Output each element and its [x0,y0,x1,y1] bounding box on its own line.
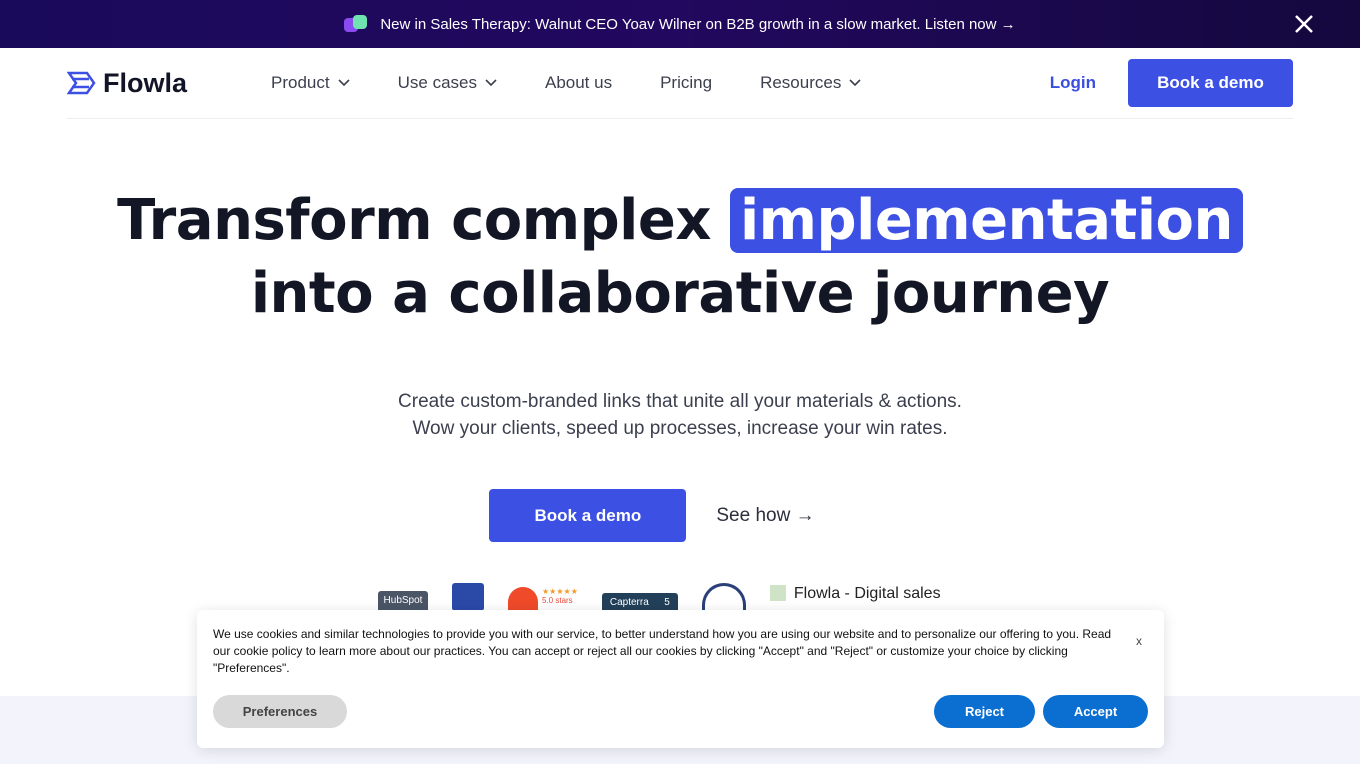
hero-subtitle: Create custom-branded links that unite a… [0,388,1360,442]
announcement-text[interactable]: New in Sales Therapy: Walnut CEO Yoav Wi… [380,16,1015,33]
nav-item-label: About us [544,73,613,92]
cookie-close-icon[interactable]: x [1136,634,1142,648]
title-part: Transform complex [117,188,711,253]
subtitle-line: Create custom-branded links that unite a… [398,391,962,412]
logo-text: Flowla [103,67,188,98]
nav-item-label: Resources [760,73,842,92]
nav-item-use-cases[interactable]: Use cases [398,73,497,93]
chevron-down-icon [485,79,497,87]
flowla-logo-icon [67,71,96,95]
main-menu: Product Use cases About us Pricing Resources [271,73,861,93]
hero-title: Transform complex implementation into a c… [0,184,1360,330]
login-link[interactable]: Login [1050,73,1096,93]
announcement-bar[interactable]: New in Sales Therapy: Walnut CEO Yoav Wi… [0,0,1360,48]
see-how-link[interactable]: See how → [716,505,814,527]
title-line2: into a collaborative journey [250,261,1110,326]
nav-item-resources[interactable]: Resources [760,73,861,93]
ccpa-badge [701,583,746,613]
accept-button[interactable]: Accept [1043,695,1148,728]
nav-item-product[interactable]: Product [271,73,350,93]
hubspot-label: HubSpot [383,595,423,606]
logo[interactable]: Flowla [67,68,187,99]
broken-image-alt: Flowla - Digital sales [793,585,941,602]
book-demo-button[interactable]: Book a demo [1128,59,1293,107]
podcast-icon [344,15,370,33]
preferences-button[interactable]: Preferences [213,695,347,728]
navbar: Flowla Product Use cases About us Pricing Re… [67,48,1293,119]
eu-gdpr-badge [452,583,484,611]
g2-rating: 5.0 stars [542,596,573,605]
broken-image: Flowla - Digital sales [769,585,941,603]
broken-image-icon [769,585,786,601]
hero-book-demo-button[interactable]: Book a demo [489,489,687,542]
close-icon[interactable] [1292,12,1316,36]
cookie-text: We use cookies and similar technologies … [213,627,1112,675]
nav-item-pricing[interactable]: Pricing [660,73,712,93]
nav-item-label: Pricing [660,73,713,92]
title-highlight: implementation [729,188,1243,253]
nav-item-about-us[interactable]: About us [545,73,612,93]
reject-button[interactable]: Reject [934,695,1035,728]
cookie-banner: We use cookies and similar technologies … [197,610,1164,748]
nav-item-label: Product [271,73,330,92]
chevron-down-icon [338,79,350,87]
capterra-score: 5 [664,597,670,608]
chevron-down-icon [849,79,861,87]
nav-item-label: Use cases [397,73,477,92]
subtitle-line: Wow your clients, speed up processes, in… [412,418,948,439]
capterra-label: Capterra [609,597,649,608]
